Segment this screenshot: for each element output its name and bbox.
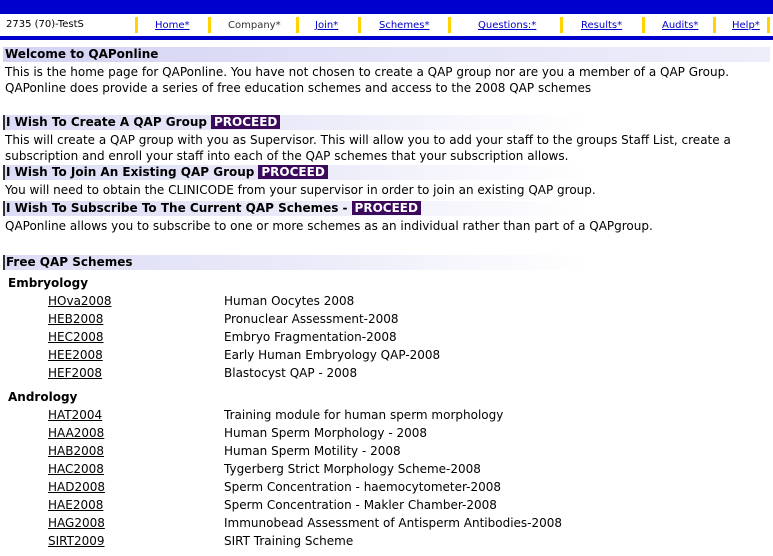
scheme-code-link[interactable]: SIRT2009 bbox=[48, 534, 105, 548]
subscribe-heading: I Wish To Subscribe To The Current QAP S… bbox=[3, 201, 586, 216]
nav-separator bbox=[358, 17, 361, 33]
scheme-code-link[interactable]: HAE2008 bbox=[48, 498, 103, 512]
scheme-description: Human Sperm Motility - 2008 bbox=[224, 444, 401, 458]
scheme-code-link[interactable]: HAD2008 bbox=[48, 480, 105, 494]
join-group-heading: I Wish To Join An Existing QAP Group PROC… bbox=[3, 165, 586, 180]
scheme-code-link[interactable]: HEB2008 bbox=[48, 312, 103, 326]
nav-home-link[interactable]: Home* bbox=[155, 20, 190, 31]
nav-separator bbox=[560, 17, 563, 33]
nav-separator bbox=[448, 17, 451, 33]
scheme-description: Human Oocytes 2008 bbox=[224, 294, 355, 308]
join-group-title: I Wish To Join An Existing QAP Group bbox=[6, 165, 255, 179]
navbar-strip: 2735 (70)-TestS Home* Company* Join* Sch… bbox=[0, 14, 773, 36]
create-group-proceed-button[interactable]: PROCEED bbox=[210, 115, 281, 129]
create-group-title: I Wish To Create A QAP Group bbox=[6, 115, 207, 129]
nav-help-link[interactable]: Help* bbox=[732, 20, 760, 31]
create-group-heading: I Wish To Create A QAP Group PROCEED bbox=[3, 115, 586, 130]
category-andrology: Andrology bbox=[8, 390, 78, 404]
subscribe-proceed-button[interactable]: PROCEED bbox=[351, 201, 421, 215]
scheme-description: Immunobead Assessment of Antisperm Antib… bbox=[224, 516, 563, 530]
nav-separator bbox=[642, 17, 645, 33]
nav-questions-link[interactable]: Questions:* bbox=[478, 20, 536, 31]
scheme-description: Sperm Concentration - haemocytometer-200… bbox=[224, 480, 502, 494]
nav-company-link[interactable]: Company* bbox=[228, 20, 281, 31]
scheme-code-link[interactable]: HAG2008 bbox=[48, 516, 105, 530]
subscribe-text: QAPonline allows you to subscribe to one… bbox=[5, 219, 653, 233]
scheme-description: Embryo Fragmentation-2008 bbox=[224, 330, 397, 344]
nav-results-link[interactable]: Results* bbox=[581, 20, 622, 31]
nav-schemes-link[interactable]: Schemes* bbox=[379, 20, 429, 31]
join-group-proceed-button[interactable]: PROCEED bbox=[258, 165, 328, 179]
scheme-code-link[interactable]: HEC2008 bbox=[48, 330, 104, 344]
top-navbar: 2735 (70)-TestS Home* Company* Join* Sch… bbox=[0, 0, 773, 40]
scheme-description: Training module for human sperm morpholo… bbox=[224, 408, 504, 422]
join-group-text: You will need to obtain the CLINICODE fr… bbox=[5, 183, 596, 197]
welcome-heading: Welcome to QAPonline bbox=[3, 47, 770, 62]
scheme-description: Human Sperm Morphology - 2008 bbox=[224, 426, 428, 440]
nav-separator bbox=[135, 17, 138, 33]
scheme-code-link[interactable]: HOva2008 bbox=[48, 294, 111, 308]
scheme-code-link[interactable]: HEF2008 bbox=[48, 366, 102, 380]
welcome-text: This is the home page for QAPonline. You… bbox=[5, 65, 730, 95]
nav-separator bbox=[208, 17, 211, 33]
nav-separator bbox=[713, 17, 716, 33]
subscribe-title: I Wish To Subscribe To The Current QAP S… bbox=[6, 201, 348, 215]
scheme-description: Sperm Concentration - Makler Chamber-200… bbox=[224, 498, 497, 512]
scheme-description: Blastocyst QAP - 2008 bbox=[224, 366, 358, 380]
category-embryology: Embryology bbox=[8, 276, 89, 290]
nav-separator bbox=[296, 17, 299, 33]
create-group-text: This will create a QAP group with you as… bbox=[5, 133, 731, 163]
nav-join-link[interactable]: Join* bbox=[315, 20, 338, 31]
current-user-label: 2735 (70)-TestS bbox=[6, 19, 84, 30]
scheme-code-link[interactable]: HAT2004 bbox=[48, 408, 102, 422]
scheme-description: Early Human Embryology QAP-2008 bbox=[224, 348, 441, 362]
free-schemes-heading: Free QAP Schemes bbox=[3, 255, 586, 270]
nav-separator bbox=[767, 17, 770, 33]
scheme-code-link[interactable]: HAC2008 bbox=[48, 462, 104, 476]
scheme-description: Tygerberg Strict Morphology Scheme-2008 bbox=[224, 462, 481, 476]
scheme-description: Pronuclear Assessment-2008 bbox=[224, 312, 399, 326]
scheme-code-link[interactable]: HAB2008 bbox=[48, 444, 104, 458]
scheme-description: SIRT Training Scheme bbox=[224, 534, 354, 548]
scheme-code-link[interactable]: HEE2008 bbox=[48, 348, 103, 362]
scheme-code-link[interactable]: HAA2008 bbox=[48, 426, 104, 440]
nav-audits-link[interactable]: Audits* bbox=[662, 20, 698, 31]
